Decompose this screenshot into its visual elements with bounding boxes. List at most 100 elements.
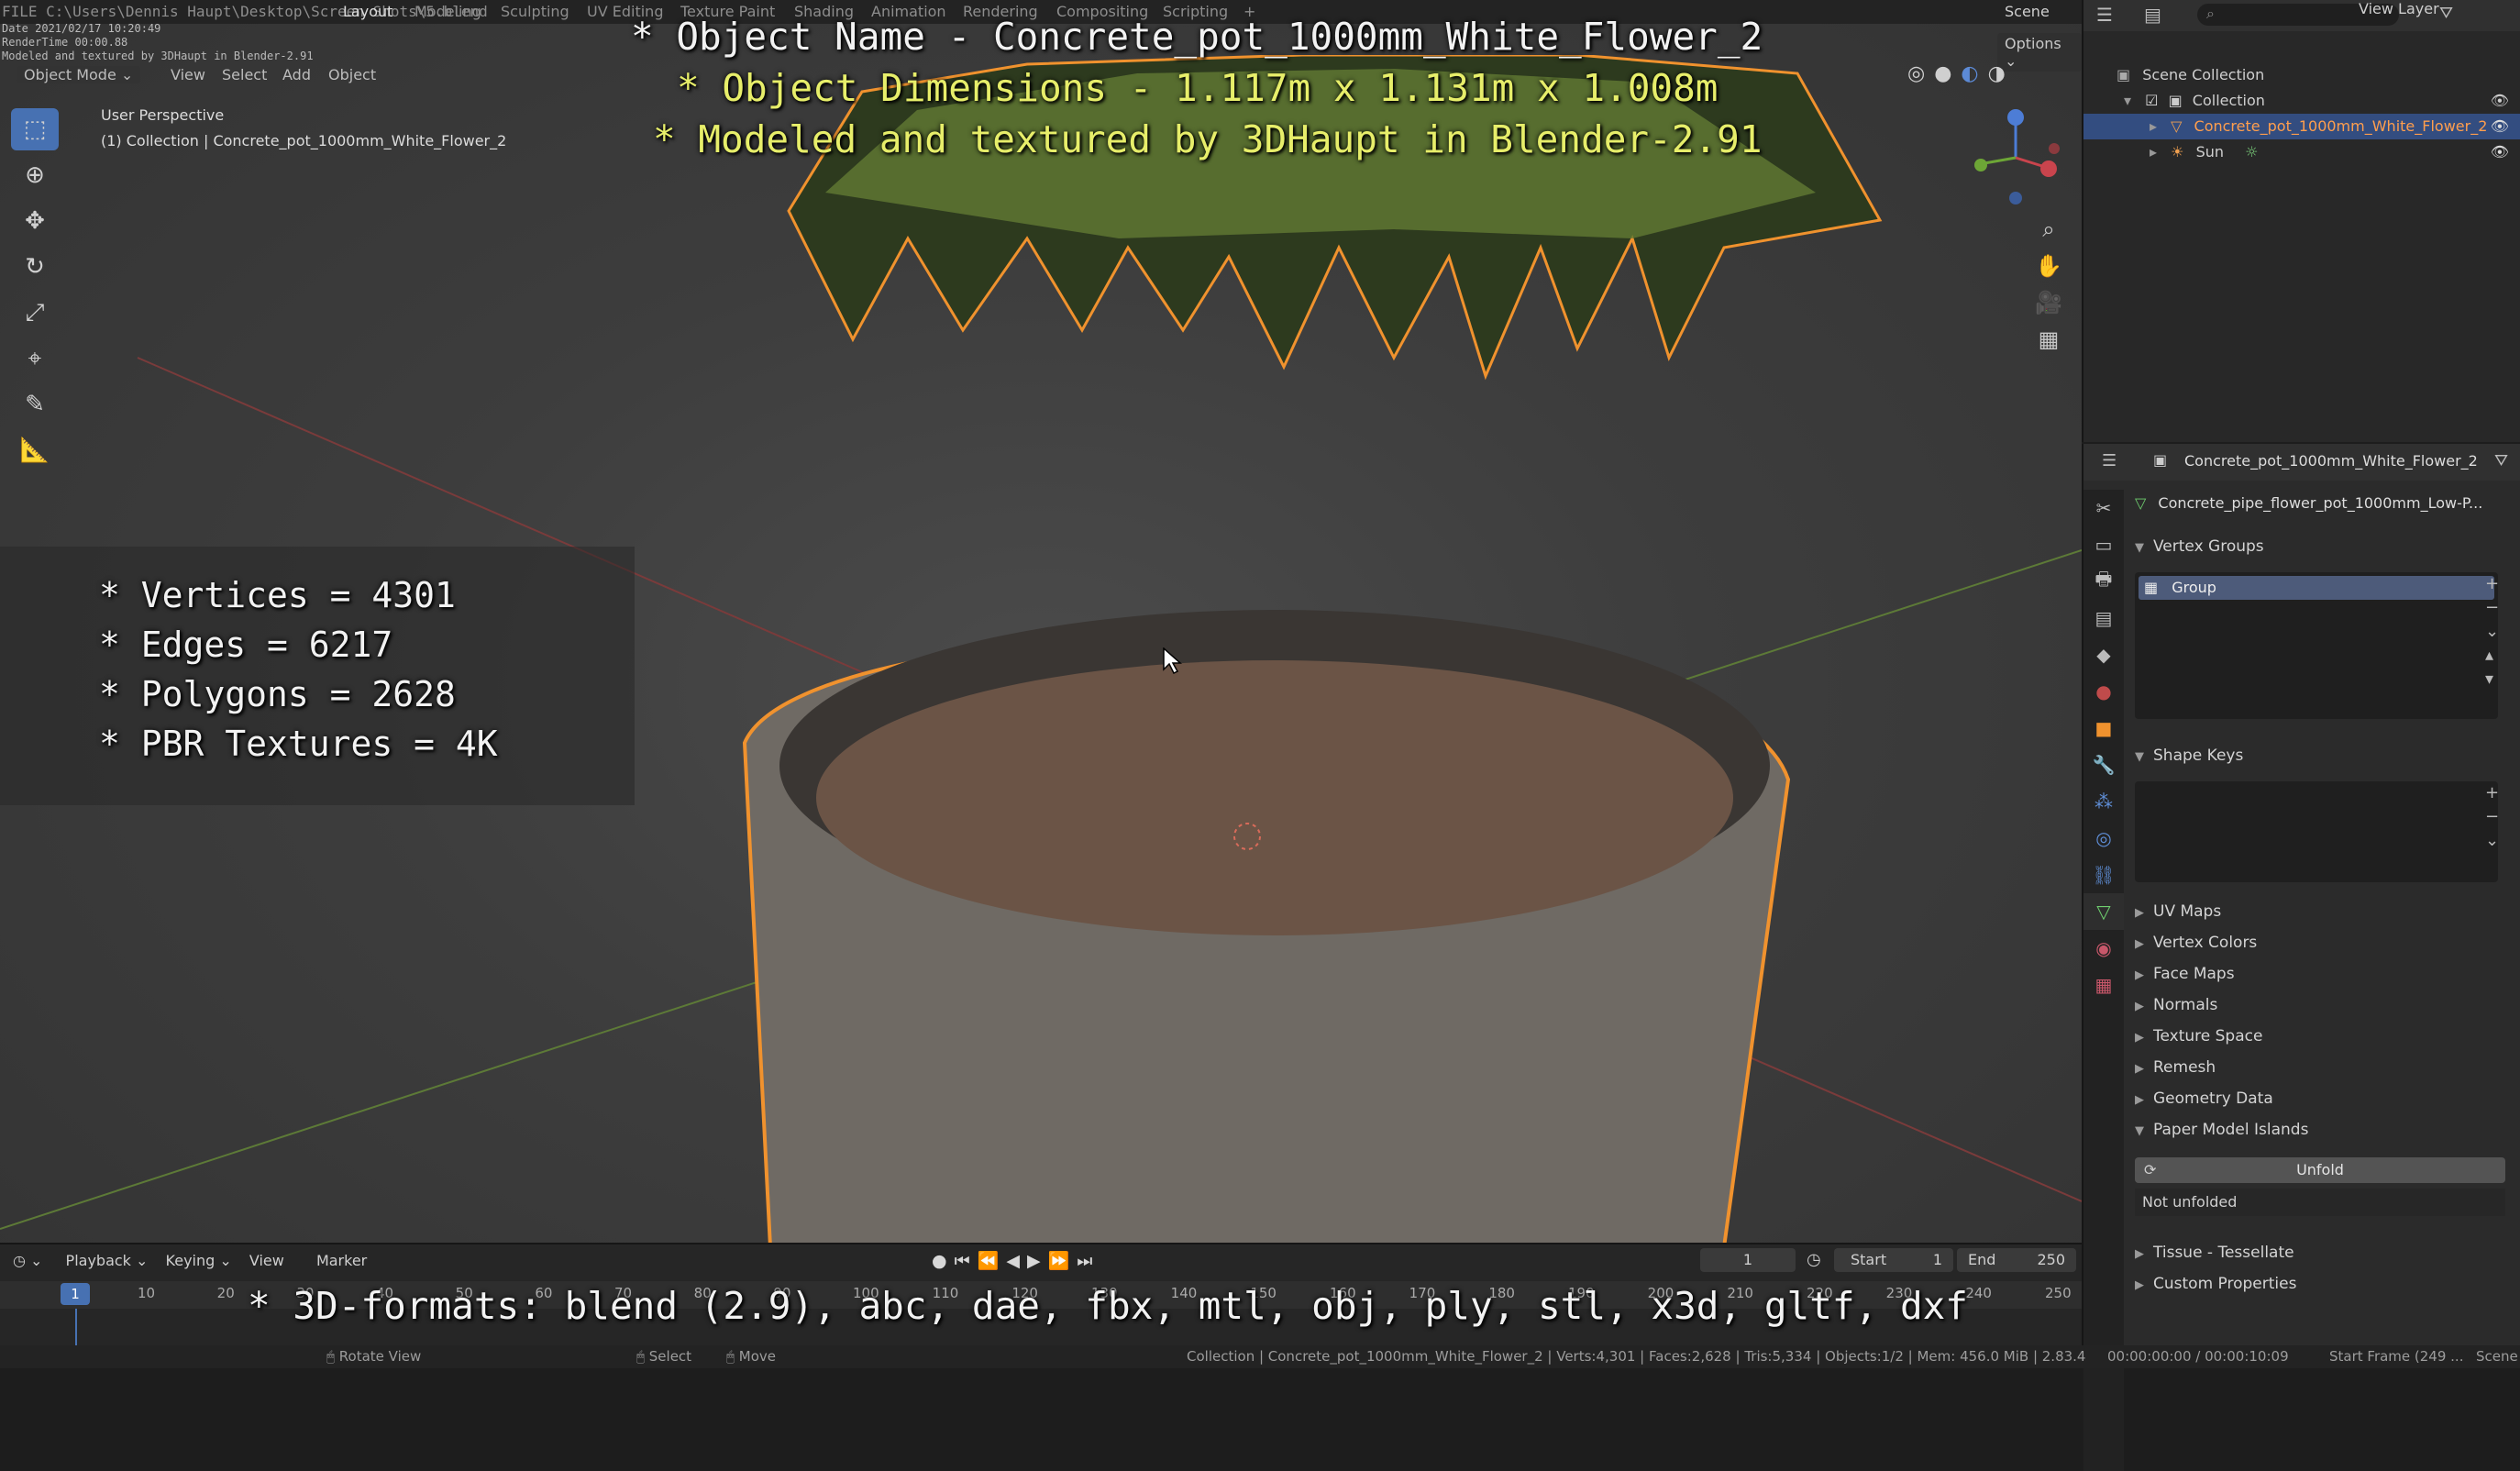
- world-tab-icon[interactable]: ●: [2083, 673, 2124, 710]
- visibility-eye-icon[interactable]: 👁: [2491, 139, 2509, 165]
- tab-modeling[interactable]: Modeling: [414, 3, 481, 20]
- constraints-tab-icon[interactable]: ⛓: [2083, 857, 2124, 893]
- move-down-icon[interactable]: ▾: [2485, 668, 2499, 691]
- editor-type-icon[interactable]: ◷ ⌄: [13, 1252, 42, 1269]
- material-tab-icon[interactable]: ◉: [2083, 930, 2124, 967]
- tab-sculpting[interactable]: Sculpting: [501, 3, 569, 20]
- play-reverse-icon[interactable]: ◀: [1006, 1251, 1027, 1271]
- next-key-icon[interactable]: ⏩: [1048, 1251, 1078, 1271]
- section-vertex-colors[interactable]: ▶ Vertex Colors: [2135, 934, 2257, 952]
- paper-model-header[interactable]: ▼ Paper Model Islands: [2135, 1121, 2308, 1139]
- render-tab-icon[interactable]: ▭: [2083, 526, 2124, 563]
- add-icon[interactable]: +: [2485, 572, 2499, 596]
- select-box-tool-icon[interactable]: ⬚: [11, 108, 59, 150]
- filter-icon[interactable]: ⛛: [2439, 4, 2453, 23]
- texture-tab-icon[interactable]: ▦: [2083, 967, 2124, 1003]
- record-icon[interactable]: ●: [932, 1251, 955, 1271]
- menu-keying[interactable]: Keying ⌄: [166, 1252, 232, 1269]
- output-tab-icon[interactable]: 🖶: [2083, 563, 2124, 600]
- menu-view[interactable]: View: [249, 1252, 284, 1269]
- tool-tab-icon[interactable]: ✂: [2083, 490, 2124, 526]
- section-uv-maps[interactable]: ▶ UV Maps: [2135, 902, 2221, 921]
- prev-key-icon[interactable]: ⏪: [978, 1251, 1007, 1271]
- section-face-maps[interactable]: ▶ Face Maps: [2135, 965, 2235, 983]
- jump-start-icon[interactable]: ⏮: [955, 1251, 978, 1271]
- navigation-gizmo[interactable]: [1962, 101, 2063, 211]
- physics-tab-icon[interactable]: ◎: [2083, 820, 2124, 857]
- menu-add[interactable]: Add: [282, 66, 311, 83]
- jump-end-icon[interactable]: ⏭: [1077, 1251, 1100, 1271]
- section-geometry-data[interactable]: ▶ Geometry Data: [2135, 1089, 2273, 1108]
- camera-view-icon[interactable]: 🎥: [2028, 284, 2069, 321]
- view-layer-tab-icon[interactable]: ▤: [2083, 600, 2124, 636]
- editor-type-icon[interactable]: ☰: [2102, 451, 2117, 470]
- unfold-button[interactable]: ⟳ Unfold: [2135, 1157, 2505, 1183]
- rotate-tool-icon[interactable]: ↻: [11, 246, 59, 288]
- measure-tool-icon[interactable]: 📐: [11, 429, 59, 471]
- zoom-icon[interactable]: ⌕: [2028, 211, 2069, 248]
- shape-keys-list[interactable]: [2135, 781, 2498, 882]
- move-tool-icon[interactable]: ✥: [11, 200, 59, 242]
- menu-select[interactable]: Select: [222, 66, 267, 83]
- particles-tab-icon[interactable]: ⁂: [2083, 783, 2124, 820]
- visibility-eye-icon[interactable]: 👁: [2491, 88, 2509, 114]
- outliner-row-pot[interactable]: ▸ ▽ Concrete_pot_1000mm_White_Flower_2 👁: [2083, 114, 2520, 139]
- ortho-grid-icon[interactable]: ▦: [2028, 321, 2069, 358]
- scene-label[interactable]: Scene: [2005, 3, 2050, 20]
- playhead[interactable]: 1: [61, 1283, 90, 1305]
- transform-tool-icon[interactable]: ⌖: [11, 337, 59, 380]
- vertex-groups-header[interactable]: ▼ Vertex Groups: [2135, 537, 2264, 556]
- section-remesh[interactable]: ▶ Remesh: [2135, 1058, 2216, 1077]
- vertex-groups-list[interactable]: ▦ Group: [2135, 572, 2498, 719]
- expand-arrow-icon[interactable]: ▸: [2150, 143, 2157, 160]
- outliner-row-collection[interactable]: ▾ ☑ ▣ Collection 👁: [2083, 88, 2520, 114]
- specials-icon[interactable]: ⌄: [2485, 829, 2499, 853]
- play-icon[interactable]: ▶: [1027, 1251, 1048, 1271]
- display-mode-icon[interactable]: ▤: [2144, 4, 2161, 26]
- expand-arrow-icon[interactable]: ▸: [2150, 117, 2157, 135]
- mode-selector[interactable]: Object Mode ⌄: [17, 66, 141, 83]
- menu-playback[interactable]: Playback ⌄: [66, 1252, 149, 1269]
- annotate-tool-icon[interactable]: ✎: [11, 383, 59, 426]
- section-texture-space[interactable]: ▶ Texture Space: [2135, 1027, 2262, 1045]
- scale-tool-icon[interactable]: ⤢: [11, 292, 59, 334]
- add-icon[interactable]: +: [2485, 781, 2499, 805]
- outliner-row-scene-collection[interactable]: ▣ Scene Collection: [2083, 62, 2520, 88]
- tab-layout[interactable]: Layout: [343, 3, 392, 20]
- view-layer-label[interactable]: View Layer: [2359, 0, 2439, 17]
- expand-arrow-icon[interactable]: ▾: [2124, 92, 2131, 109]
- 3d-viewport[interactable]: FILE C:\Users\Dennis Haupt\Desktop\Scree…: [0, 0, 2082, 1243]
- shape-keys-header[interactable]: ▼ Shape Keys: [2135, 747, 2243, 765]
- remove-icon[interactable]: −: [2485, 596, 2499, 620]
- cursor-tool-icon[interactable]: ⊕: [11, 154, 59, 196]
- pin-icon[interactable]: ⛛: [2494, 451, 2508, 470]
- outliner-row-sun[interactable]: ▸ ☀ Sun ☼ 👁: [2083, 139, 2520, 165]
- object-tab-icon[interactable]: ■: [2083, 710, 2124, 747]
- mesh-datablock[interactable]: ▽ Concrete_pipe_flower_pot_1000mm_Low-P.…: [2135, 490, 2511, 517]
- move-up-icon[interactable]: ▴: [2485, 644, 2499, 668]
- modifier-tab-icon[interactable]: 🔧: [2083, 747, 2124, 783]
- specials-icon[interactable]: ⌄: [2485, 620, 2499, 644]
- options-dropdown[interactable]: Options ⌄: [1997, 33, 2082, 72]
- menu-view[interactable]: View: [171, 66, 205, 83]
- remove-icon[interactable]: −: [2485, 805, 2499, 829]
- preview-range-icon[interactable]: ◷: [1807, 1250, 1821, 1269]
- scene-tab-icon[interactable]: ◆: [2083, 636, 2124, 673]
- section-normals[interactable]: ▶ Normals: [2135, 996, 2217, 1014]
- section-tissue-tessellate[interactable]: ▶ Tissue - Tessellate: [2135, 1244, 2294, 1262]
- material-shading-icon[interactable]: ◐: [1961, 62, 1978, 85]
- start-frame-field[interactable]: Start 1: [1834, 1248, 1953, 1272]
- vertex-group-item[interactable]: ▦ Group: [2139, 576, 2494, 600]
- solid-shading-icon[interactable]: ●: [1934, 62, 1951, 85]
- wireframe-shading-icon[interactable]: ◎: [1907, 62, 1925, 85]
- current-frame-field[interactable]: 1: [1700, 1248, 1796, 1272]
- end-frame-field[interactable]: End 250: [1957, 1248, 2076, 1272]
- rendered-shading-icon[interactable]: ◑: [1988, 62, 2006, 85]
- checkbox-icon[interactable]: ☑: [2145, 92, 2158, 109]
- menu-marker[interactable]: Marker: [316, 1252, 367, 1269]
- section-custom-properties[interactable]: ▶ Custom Properties: [2135, 1275, 2296, 1293]
- visibility-eye-icon[interactable]: 👁: [2491, 114, 2509, 139]
- editor-type-icon[interactable]: ☰: [2096, 4, 2113, 26]
- pan-hand-icon[interactable]: ✋: [2028, 248, 2069, 284]
- menu-object[interactable]: Object: [328, 66, 376, 83]
